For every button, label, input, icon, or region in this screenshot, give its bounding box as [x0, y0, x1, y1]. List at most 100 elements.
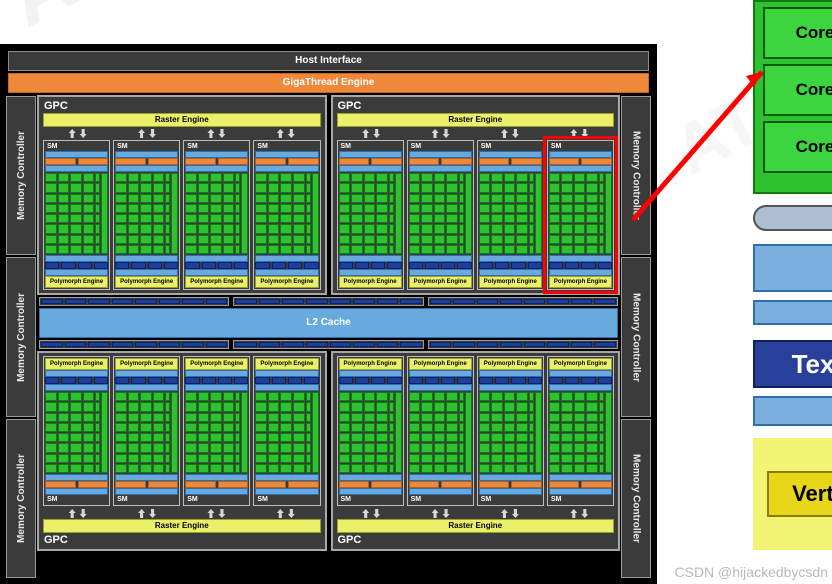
sm-core-grid — [478, 391, 542, 474]
cuda-core — [338, 402, 351, 412]
polymorph-engine: Polymorph Engine — [478, 276, 542, 288]
vertex-fetch-box: Verte — [767, 471, 832, 517]
core-strip — [311, 392, 319, 473]
cuda-core — [421, 183, 433, 193]
sm-light-blue-bar-top — [255, 488, 319, 495]
polymorph-engine: Polymorph Engine — [255, 276, 319, 288]
cuda-core — [70, 433, 82, 443]
cuda-core — [548, 402, 561, 412]
cuda-core — [516, 433, 528, 443]
l2-block — [570, 342, 593, 347]
arrow-down-icon — [442, 509, 450, 518]
arrow-pair — [545, 508, 614, 519]
cuda-core — [503, 453, 516, 463]
cuda-core — [586, 244, 598, 254]
cuda-core — [70, 224, 82, 234]
sm-orange-bar — [115, 158, 146, 165]
sm-orange-bar — [147, 481, 179, 488]
l2-block — [376, 342, 399, 347]
cuda-core — [408, 443, 421, 453]
cuda-core — [185, 422, 197, 432]
cuda-core — [82, 443, 95, 453]
arrow-down-icon — [287, 129, 295, 138]
core-strip — [171, 392, 179, 473]
cuda-core — [152, 244, 165, 254]
cuda-core — [140, 463, 152, 473]
cuda-core — [433, 193, 446, 203]
sm-dark-blue-bar — [304, 262, 319, 269]
l2-block — [111, 342, 134, 347]
sm-dark-blue-bar — [147, 262, 162, 269]
cuda-core — [421, 224, 433, 234]
arrow-up-icon — [500, 509, 508, 518]
sm-orange-bar — [548, 481, 580, 488]
sm-light-blue-bar-low — [115, 384, 179, 391]
sm-dark-blue-bar — [115, 377, 130, 384]
cuda-core — [421, 412, 433, 422]
cuda-core — [408, 173, 421, 183]
cuda-core — [516, 214, 528, 224]
cuda-core — [573, 412, 586, 422]
cuda-core — [408, 422, 421, 432]
cuda-core — [222, 244, 235, 254]
memory-controller-label: Memory Controller — [15, 292, 27, 382]
cuda-core — [140, 234, 152, 244]
cuda-core — [433, 214, 446, 224]
cuda-core — [561, 463, 573, 473]
cuda-core — [351, 214, 363, 224]
cuda-core — [267, 392, 280, 402]
cuda-core — [561, 412, 573, 422]
cuda-core — [433, 173, 446, 183]
sm-dark-blue-bar — [234, 377, 249, 384]
cuda-core — [363, 392, 376, 402]
core-strip — [311, 173, 319, 254]
cuda-core — [280, 443, 292, 453]
cuda-core — [197, 224, 210, 234]
sm-core-grid — [115, 172, 179, 255]
cuda-core — [446, 453, 458, 463]
cuda-core — [152, 214, 165, 224]
core-small-cell — [599, 234, 604, 244]
cuda-core — [255, 234, 267, 244]
cuda-core — [338, 392, 351, 402]
cuda-core — [491, 453, 503, 463]
cuda-core — [548, 443, 561, 453]
cuda-core — [503, 214, 516, 224]
arrow-down-icon — [287, 509, 295, 518]
sm-dark-blue-bar — [457, 377, 472, 384]
arrow-up-icon — [207, 129, 215, 138]
l2-block — [158, 342, 181, 347]
core-small-column — [305, 392, 311, 473]
cuda-core — [267, 183, 280, 193]
cuda-core — [82, 214, 95, 224]
cuda-core — [115, 244, 127, 254]
core-small-cell — [95, 412, 101, 422]
cuda-core — [197, 402, 210, 412]
core-small-cell — [165, 443, 171, 453]
cuda-core — [82, 392, 95, 402]
cuda-core — [446, 214, 458, 224]
polymorph-engine: Polymorph Engine — [408, 276, 472, 288]
cuda-core — [197, 443, 210, 453]
polymorph-engine: Polymorph Engine — [338, 358, 402, 370]
sm-light-blue-bar-top — [45, 488, 109, 495]
core-matrix — [548, 173, 598, 254]
cuda-core — [292, 173, 305, 183]
sm-light-blue-bar-bottom — [408, 269, 472, 276]
core-small-cell — [388, 433, 394, 443]
l2-block-group — [233, 297, 424, 306]
sm-label: SM — [187, 496, 198, 503]
cuda-core — [82, 173, 95, 183]
sm-light-blue-bar-top — [548, 151, 612, 158]
l2-block — [305, 299, 328, 304]
cuda-core — [255, 203, 267, 213]
sm-orange-bar — [478, 158, 510, 165]
core-small-cell — [528, 422, 534, 432]
memory-controller: Memory Controller — [6, 418, 36, 578]
cuda-core — [503, 443, 516, 453]
cuda-core — [516, 183, 528, 193]
cuda-core — [586, 463, 598, 473]
core-small-cell — [95, 463, 101, 473]
core-matrix — [185, 392, 235, 473]
cuda-core — [573, 453, 586, 463]
